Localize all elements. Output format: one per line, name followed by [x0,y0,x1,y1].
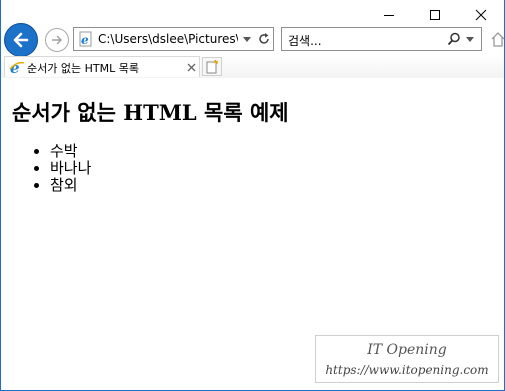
watermark-url: https://www.itopening.com [325,363,489,377]
address-text: C:\Users\dslee\Pictures\ [98,32,238,46]
refresh-icon[interactable] [257,32,271,46]
forward-button[interactable] [45,28,69,52]
maximize-icon [430,10,440,20]
page-heading: 순서가 없는 HTML 목록 예제 [12,100,289,125]
new-tab-icon [206,60,218,74]
tab-bar: e 순서가 없는 HTML 목록 [1,56,504,78]
search-dropdown-icon[interactable] [466,37,474,42]
list-item: 바나나 [50,160,91,177]
watermark: IT Opening https://www.itopening.com [315,335,499,383]
minimize-icon [384,15,394,16]
dropdown-arrow-icon[interactable] [243,37,251,42]
navigation-bar: e C:\Users\dslee\Pictures\ 검색... [1,22,505,57]
tab-close-icon[interactable] [187,63,196,72]
ie-logo-icon: e [9,59,25,75]
unordered-list: 수박 바나나 참외 [12,143,91,194]
back-button[interactable] [4,23,38,57]
home-icon[interactable] [491,30,505,48]
tab-title: 순서가 없는 HTML 목록 [27,62,139,75]
close-icon [475,9,487,21]
search-placeholder: 검색... [288,34,322,48]
address-bar[interactable]: e C:\Users\dslee\Pictures\ [73,27,274,51]
list-item: 수박 [50,143,91,160]
ie-page-icon: e [79,31,92,47]
list-item: 참외 [50,177,91,194]
tab-active[interactable]: e 순서가 없는 HTML 목록 [4,56,200,77]
svg-text:e: e [81,33,89,47]
search-box[interactable]: 검색... [281,27,482,51]
search-icon[interactable] [447,32,461,46]
new-tab-button[interactable] [202,57,222,76]
back-arrow-icon [13,32,29,48]
browser-window: e C:\Users\dslee\Pictures\ 검색... e 순서가 없… [0,0,505,391]
watermark-title: IT Opening [367,342,447,358]
forward-arrow-icon [52,35,62,45]
